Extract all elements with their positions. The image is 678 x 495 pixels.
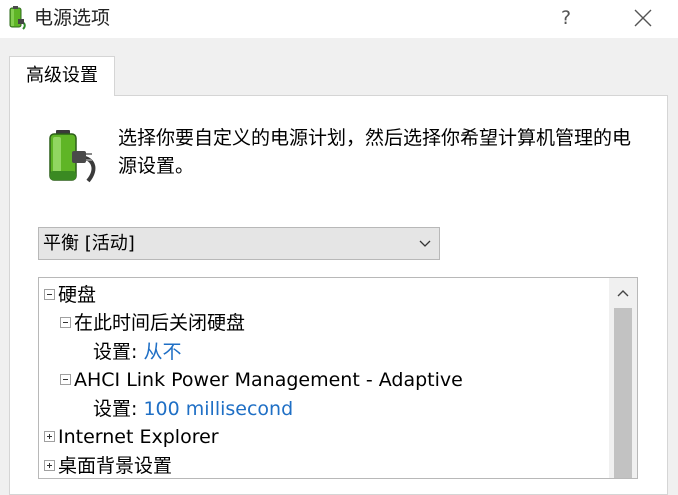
tab-advanced-settings[interactable]: 高级设置 <box>9 56 115 96</box>
description-text: 选择你要自定义的电源计划，然后选择你希望计算机管理的电源设置。 <box>118 127 632 177</box>
tree-item-turn-off-hard-disk[interactable]: 在此时间后关闭硬盘 <box>60 309 245 337</box>
setting-value-link[interactable]: 100 millisecond <box>143 398 293 420</box>
battery-plug-icon <box>49 130 96 183</box>
scroll-thumb[interactable] <box>614 308 632 478</box>
setting-value-link[interactable]: 从不 <box>143 341 181 363</box>
close-button[interactable] <box>622 2 664 34</box>
chevron-up-icon <box>617 290 629 297</box>
scroll-up-button[interactable] <box>609 278 637 308</box>
tree-item-setting: 设置: 100 millisecond <box>93 398 294 420</box>
tree-item-setting: 设置: 从不 <box>93 341 182 363</box>
power-options-icon <box>9 6 26 30</box>
collapse-icon[interactable] <box>60 317 71 328</box>
collapse-icon[interactable] <box>60 374 71 385</box>
settings-tree[interactable]: 硬盘 在此时间后关闭硬盘 设置: 从不 AHCI Link Power Mana… <box>38 277 638 479</box>
expand-icon[interactable] <box>44 460 55 471</box>
vertical-scrollbar[interactable] <box>609 278 637 478</box>
window-title: 电源选项 <box>34 7 111 29</box>
power-plan-selected: 平衡 [活动] <box>43 233 135 254</box>
close-icon <box>634 9 652 27</box>
tree-item-desktop-background[interactable]: 桌面背景设置 <box>44 452 172 478</box>
chevron-down-icon <box>419 240 431 247</box>
tree-item-hard-disk[interactable]: 硬盘 <box>44 281 96 309</box>
tree-item-internet-explorer[interactable]: Internet Explorer <box>44 423 219 451</box>
tree-item-ahci-link-power[interactable]: AHCI Link Power Management - Adaptive <box>60 366 463 394</box>
title-bar: 电源选项 ? <box>0 0 678 38</box>
help-button[interactable]: ? <box>548 2 584 34</box>
expand-icon[interactable] <box>44 431 55 442</box>
collapse-icon[interactable] <box>44 289 55 300</box>
power-plan-dropdown[interactable]: 平衡 [活动] <box>38 227 440 260</box>
